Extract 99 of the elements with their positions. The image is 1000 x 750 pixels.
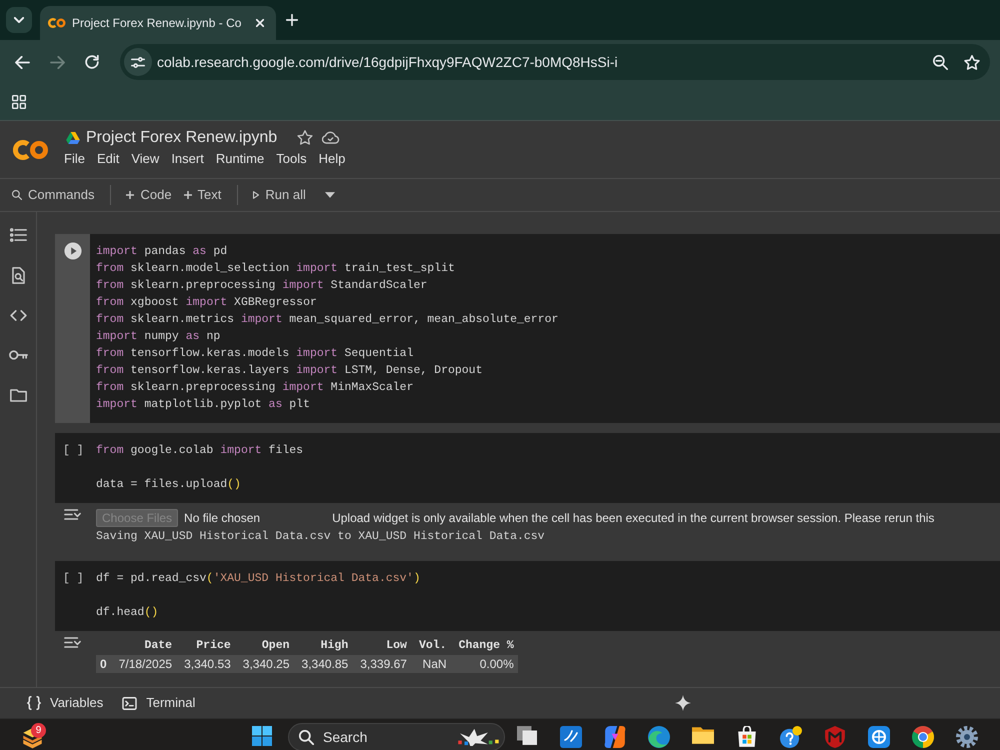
code-line: df = pd.read_csv('XAU_USD Historical Data.csv') xyxy=(96,571,422,587)
code-line: import numpy as np xyxy=(96,329,222,345)
menu-item[interactable]: Edit xyxy=(90,150,126,168)
variables-button[interactable]: Variables xyxy=(21,695,110,711)
browser-icon[interactable] xyxy=(912,726,934,748)
code-line: from xgboost import XGBRegressor xyxy=(96,295,318,311)
key-icon[interactable] xyxy=(8,350,28,360)
list-arrow-icon[interactable] xyxy=(64,637,81,648)
code-line: from sklearn.metrics import mean_squared_error, mean_absolute_error xyxy=(96,312,560,328)
list-arrow-icon[interactable] xyxy=(64,509,81,520)
code-line: from sklearn.preprocessing import MinMaxScaler xyxy=(96,380,414,396)
code-cell[interactable] xyxy=(55,234,1000,423)
tab-list-button[interactable] xyxy=(6,7,32,33)
terminal-button[interactable]: Terminal xyxy=(116,695,202,711)
reload-icon[interactable] xyxy=(85,55,99,69)
column-header: Date xyxy=(110,637,176,655)
column-header: Price xyxy=(176,637,235,655)
output-text: Saving XAU_USD Historical Data.csv to XAU_USD Historical Data.csv xyxy=(96,529,546,545)
logo-icon xyxy=(48,18,66,28)
column-header: High xyxy=(294,637,352,655)
search-icon[interactable] xyxy=(299,730,314,744)
plus-icon[interactable] xyxy=(126,191,134,199)
notification-badge: 9 xyxy=(31,723,46,738)
run-all-button[interactable]: Run all xyxy=(247,187,312,203)
taskbar-search[interactable]: Search xyxy=(288,723,505,750)
document-search-icon[interactable] xyxy=(12,266,24,284)
table-cell: 7/18/2025 xyxy=(110,654,176,674)
column-header: Change % xyxy=(450,637,518,655)
play-icon[interactable] xyxy=(64,242,82,260)
code-cell[interactable]: [ ] from google.colab import files data = files.upload() xyxy=(55,433,1000,503)
menu-item[interactable]: Tools xyxy=(270,150,313,168)
menu-item[interactable]: View xyxy=(125,150,166,168)
start-icon[interactable] xyxy=(252,726,272,746)
cloud-icon[interactable] xyxy=(322,131,340,144)
globe-tile-icon[interactable] xyxy=(868,726,890,748)
column-header: Vol. xyxy=(410,637,451,655)
back-icon[interactable] xyxy=(14,56,30,68)
wave-circle-icon[interactable] xyxy=(648,726,670,748)
play-icon[interactable] xyxy=(253,191,260,199)
app-tile-icon[interactable] xyxy=(560,726,582,748)
apps-grid-icon[interactable] xyxy=(12,95,26,109)
address-bar[interactable]: colab.research.google.com/drive/16gdpijFhxqy9FAQW2ZC7-b0MQ8HsSi-i xyxy=(120,44,990,80)
gear-icon[interactable] xyxy=(956,726,978,748)
add-cell-button[interactable]: Text xyxy=(178,187,228,203)
star-icon[interactable] xyxy=(297,130,314,146)
table-cell: 3,339.67 xyxy=(352,654,411,674)
code-cell[interactable]: [ ] df = pd.read_csv('XAU_USD Historical Data.csv') df.head() xyxy=(55,561,1000,631)
menu-item[interactable]: File xyxy=(58,150,91,168)
code-line: from sklearn.preprocessing import StandardScaler xyxy=(96,278,428,294)
table-cell: 3,340.53 xyxy=(176,654,235,674)
code-line: from tensorflow.keras.layers import LSTM, Dense, Dropout xyxy=(96,363,484,379)
terminal-icon[interactable] xyxy=(122,696,138,710)
chevron-down-icon[interactable] xyxy=(14,17,24,23)
row-index: 0 xyxy=(96,654,111,674)
sparkle-icon[interactable] xyxy=(675,695,691,711)
tune-icon[interactable] xyxy=(131,56,145,68)
browser-tab[interactable]: Project Forex Renew.ipynb - Co xyxy=(40,6,276,40)
list-icon[interactable] xyxy=(10,228,26,242)
menu-item[interactable]: Help xyxy=(312,150,352,168)
code-line: from tensorflow.keras.models import Sequential xyxy=(96,346,414,362)
code-line: df.head() xyxy=(96,605,160,621)
zoom-icon[interactable] xyxy=(933,54,948,70)
logo-icon[interactable] xyxy=(13,140,49,160)
search-icon[interactable] xyxy=(12,190,22,200)
code-line: from google.colab import files xyxy=(96,443,304,459)
swirl-icon[interactable] xyxy=(604,726,626,748)
help-icon[interactable] xyxy=(780,726,802,748)
braces-icon[interactable] xyxy=(27,696,41,710)
menu-item[interactable]: Runtime xyxy=(210,150,270,168)
triangle-logo-icon xyxy=(66,132,80,144)
file-status: No file chosen xyxy=(184,510,260,526)
table-cell: 3,340.25 xyxy=(234,654,294,674)
close-icon[interactable] xyxy=(256,19,264,27)
commands-button[interactable]: Commands xyxy=(6,187,100,203)
overlapping-squares-icon[interactable] xyxy=(517,726,537,745)
upload-message: Upload widget is only available when the cell has been executed in the current browser session. Please rerun this xyxy=(332,510,934,526)
column-header: Low xyxy=(352,637,411,655)
execution-prompt: [ ] xyxy=(63,443,85,459)
code-icon[interactable] xyxy=(10,310,26,320)
shield-icon[interactable] xyxy=(825,726,845,748)
folder-icon[interactable] xyxy=(692,726,714,744)
code-line: import pandas as pd xyxy=(96,244,228,260)
plus-icon[interactable] xyxy=(184,191,192,199)
shopping-bag-icon[interactable] xyxy=(738,726,756,748)
caret-down-icon[interactable] xyxy=(324,192,335,198)
column-header: Open xyxy=(234,637,294,655)
table-cell: 0.00% xyxy=(450,654,518,674)
site-settings-button[interactable] xyxy=(124,48,152,76)
folder-icon[interactable] xyxy=(10,388,26,402)
add-cell-button[interactable]: Code xyxy=(120,187,178,203)
table-cell: NaN xyxy=(410,654,451,674)
code-line: from sklearn.model_selection import train_test_split xyxy=(96,261,456,277)
table-cell: 3,340.85 xyxy=(294,654,352,674)
code-line: import matplotlib.pyplot as plt xyxy=(96,397,311,413)
dove-icon xyxy=(456,728,500,746)
execution-prompt: [ ] xyxy=(63,571,85,587)
notebook-title[interactable]: Project Forex Renew.ipynb xyxy=(86,128,278,148)
code-line: data = files.upload() xyxy=(96,477,242,493)
menu-item[interactable]: Insert xyxy=(165,150,210,168)
